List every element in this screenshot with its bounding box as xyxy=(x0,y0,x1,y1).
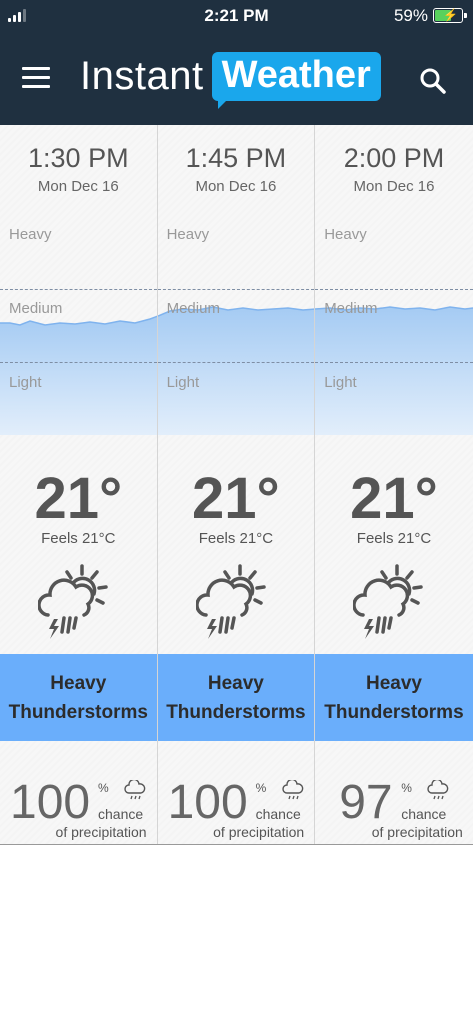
intensity-divider xyxy=(315,362,473,363)
feels-like: Feels 21°C xyxy=(41,530,116,547)
precip-value: 100 xyxy=(10,776,91,829)
precip-of-label: of precipitation xyxy=(213,824,305,840)
intensity-label-medium: Medium xyxy=(166,300,220,317)
battery-percent: 59% xyxy=(393,6,428,25)
intensity-label-medium: Medium xyxy=(324,300,378,317)
precip-chance-label: chance xyxy=(401,806,447,822)
condition-band: Heavy Thunderstorms xyxy=(157,654,315,741)
thunderstorm-sun-icon xyxy=(353,564,423,639)
intensity-divider xyxy=(157,289,315,290)
intensity-label-medium: Medium xyxy=(9,300,63,317)
forecast-column[interactable]: 2:00 PM Mon Dec 16 Heavy Medium Light 21… xyxy=(315,125,473,845)
intensity-divider xyxy=(157,362,315,363)
intensity-label-heavy: Heavy xyxy=(9,226,52,243)
temperature: 21° xyxy=(192,466,280,531)
feels-like: Feels 21°C xyxy=(356,530,432,547)
intensity-label-heavy: Heavy xyxy=(166,226,210,243)
thunderstorm-sun-icon xyxy=(195,564,266,639)
forecast-time: 2:00 PM xyxy=(343,143,445,173)
precip-intensity-fill xyxy=(0,315,157,435)
precip-value: 97 xyxy=(339,776,393,829)
forecast-columns: 1:30 PM Mon Dec 16 Heavy Medium Light 21… xyxy=(0,125,473,845)
intensity-label-light: Light xyxy=(9,374,42,391)
precip-intensity-chart xyxy=(157,213,315,435)
battery-icon: ⚡ xyxy=(433,8,467,23)
search-icon[interactable] xyxy=(419,67,447,95)
precip-unit: % xyxy=(98,781,109,795)
rain-cloud-icon xyxy=(427,780,449,800)
condition-line1: Heavy xyxy=(207,672,264,694)
precip-chance-label: chance xyxy=(98,806,144,822)
condition-line2: Thunderstorms xyxy=(8,701,148,723)
intensity-divider xyxy=(315,289,473,290)
hamburger-menu-icon[interactable] xyxy=(22,67,50,89)
feels-like: Feels 21°C xyxy=(198,530,274,547)
forecast-date: Mon Dec 16 xyxy=(353,178,435,195)
logo-word-weather: Weather xyxy=(211,52,381,109)
thunderstorm-sun-icon xyxy=(38,564,108,639)
precip-intensity-chart xyxy=(315,213,473,435)
precip-of-label: of precipitation xyxy=(371,824,463,840)
charging-bolt-icon: ⚡ xyxy=(443,8,458,22)
app-header: Instant Weather xyxy=(0,30,473,125)
logo-word-instant: Instant xyxy=(80,54,204,98)
condition-line2: Thunderstorms xyxy=(324,701,464,723)
forecast-time: 1:45 PM xyxy=(185,143,287,173)
intensity-divider xyxy=(0,289,157,290)
condition-line1: Heavy xyxy=(50,672,107,694)
precip-intensity-fill xyxy=(157,306,315,435)
rain-cloud-icon xyxy=(281,780,303,800)
precip-of-label: of precipitation xyxy=(55,824,147,840)
rain-cloud-icon xyxy=(124,780,146,800)
app-logo: Instant Weather xyxy=(80,52,381,109)
condition-band: Heavy Thunderstorms xyxy=(0,654,157,741)
precip-chance-label: chance xyxy=(255,806,301,822)
status-bar: 2:21 PM 59% ⚡ xyxy=(0,0,473,30)
intensity-label-light: Light xyxy=(166,374,200,391)
precip-unit: % xyxy=(255,781,267,795)
precip-value: 100 xyxy=(167,776,248,829)
precip-intensity-chart xyxy=(0,213,157,435)
precip-intensity-fill xyxy=(315,306,473,435)
content-bottom-divider xyxy=(0,844,473,845)
forecast-column[interactable]: 1:30 PM Mon Dec 16 Heavy Medium Light 21… xyxy=(0,125,158,845)
intensity-label-light: Light xyxy=(324,374,357,391)
precip-unit: % xyxy=(401,781,412,795)
forecast-date: Mon Dec 16 xyxy=(37,178,119,195)
intensity-label-heavy: Heavy xyxy=(324,226,367,243)
intensity-divider xyxy=(0,362,157,363)
temperature: 21° xyxy=(350,466,438,531)
condition-line2: Thunderstorms xyxy=(166,701,306,723)
forecast-date: Mon Dec 16 xyxy=(195,178,277,195)
forecast-column[interactable]: 1:45 PM Mon Dec 16 Heavy Medium Light 21… xyxy=(157,125,316,845)
condition-line1: Heavy xyxy=(365,672,422,694)
forecast-time: 1:30 PM xyxy=(28,143,129,173)
temperature: 21° xyxy=(34,466,123,531)
condition-band: Heavy Thunderstorms xyxy=(315,654,473,741)
